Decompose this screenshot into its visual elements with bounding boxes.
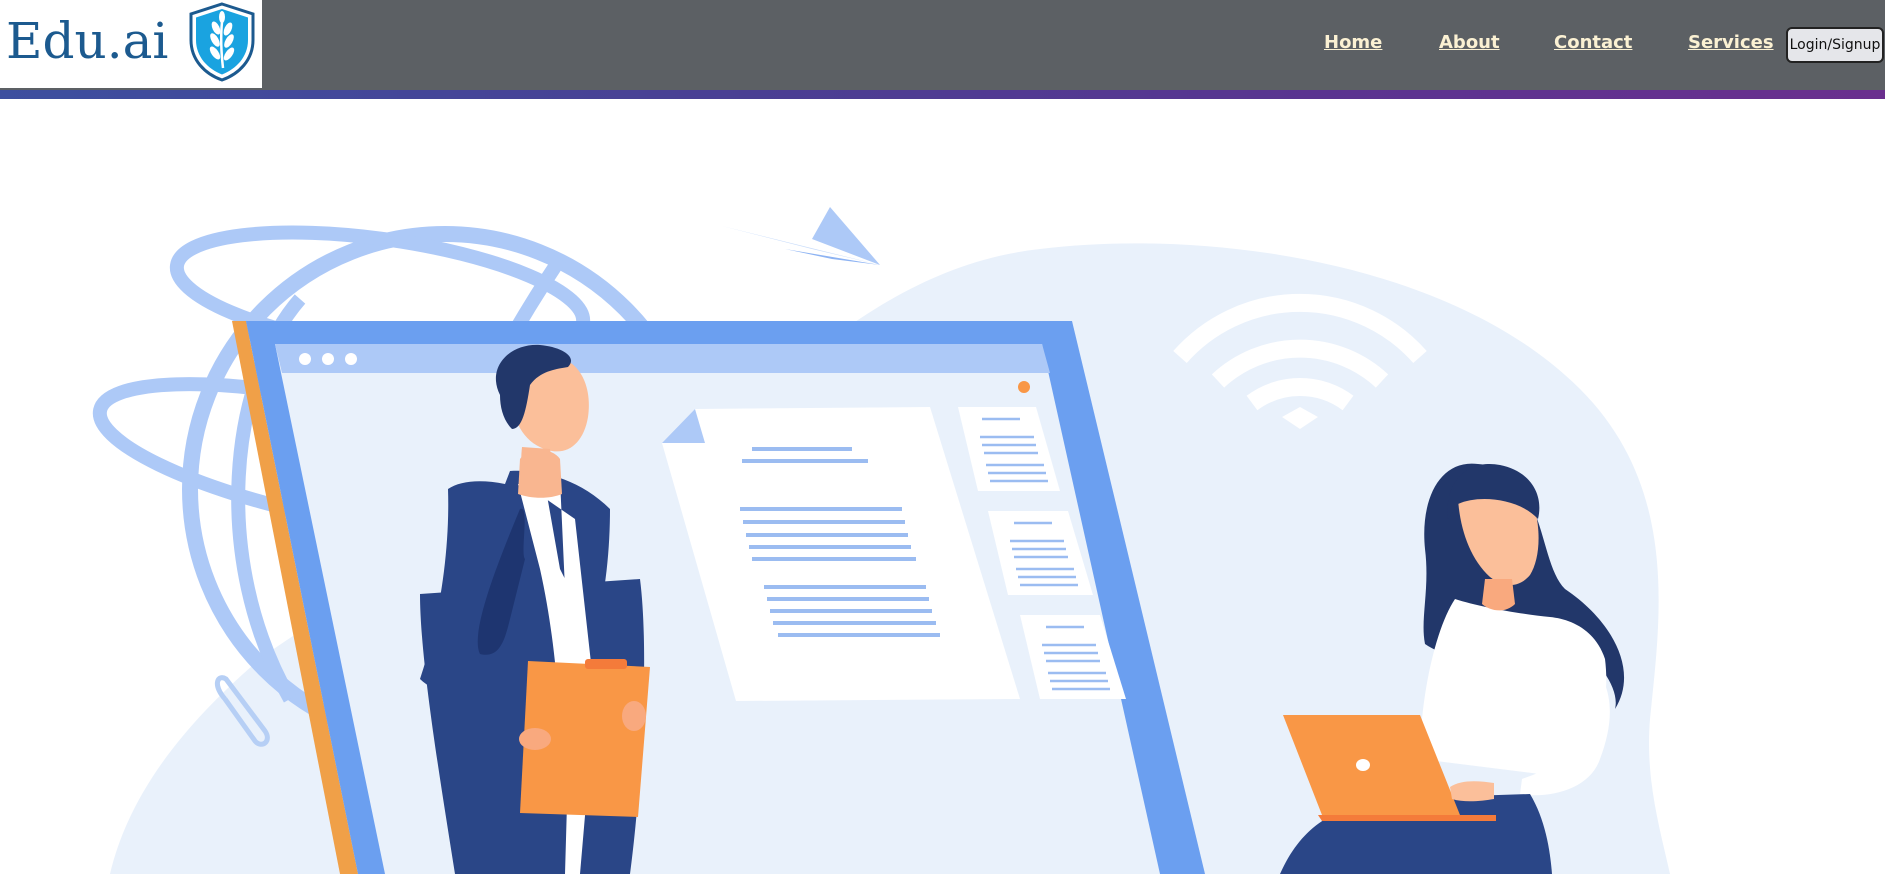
online-education-illustration [92, 207, 1670, 874]
logo[interactable]: Edu.ai [0, 0, 262, 90]
page: Edu.ai Home About Contact Services Login… [0, 0, 1885, 874]
nav-link-about[interactable]: About [1439, 32, 1500, 53]
shield-wheat-icon [189, 2, 255, 82]
logo-text: Edu.ai [6, 12, 169, 70]
nav-link-contact[interactable]: Contact [1554, 32, 1632, 53]
login-signup-button[interactable]: Login/Signup [1786, 27, 1884, 63]
paper-plane-icon [722, 207, 880, 265]
top-navbar: Edu.ai Home About Contact Services Login… [0, 0, 1885, 90]
navbar-accent-stripe [0, 90, 1885, 99]
nav-link-services[interactable]: Services [1688, 32, 1774, 53]
nav-link-home[interactable]: Home [1324, 32, 1382, 53]
